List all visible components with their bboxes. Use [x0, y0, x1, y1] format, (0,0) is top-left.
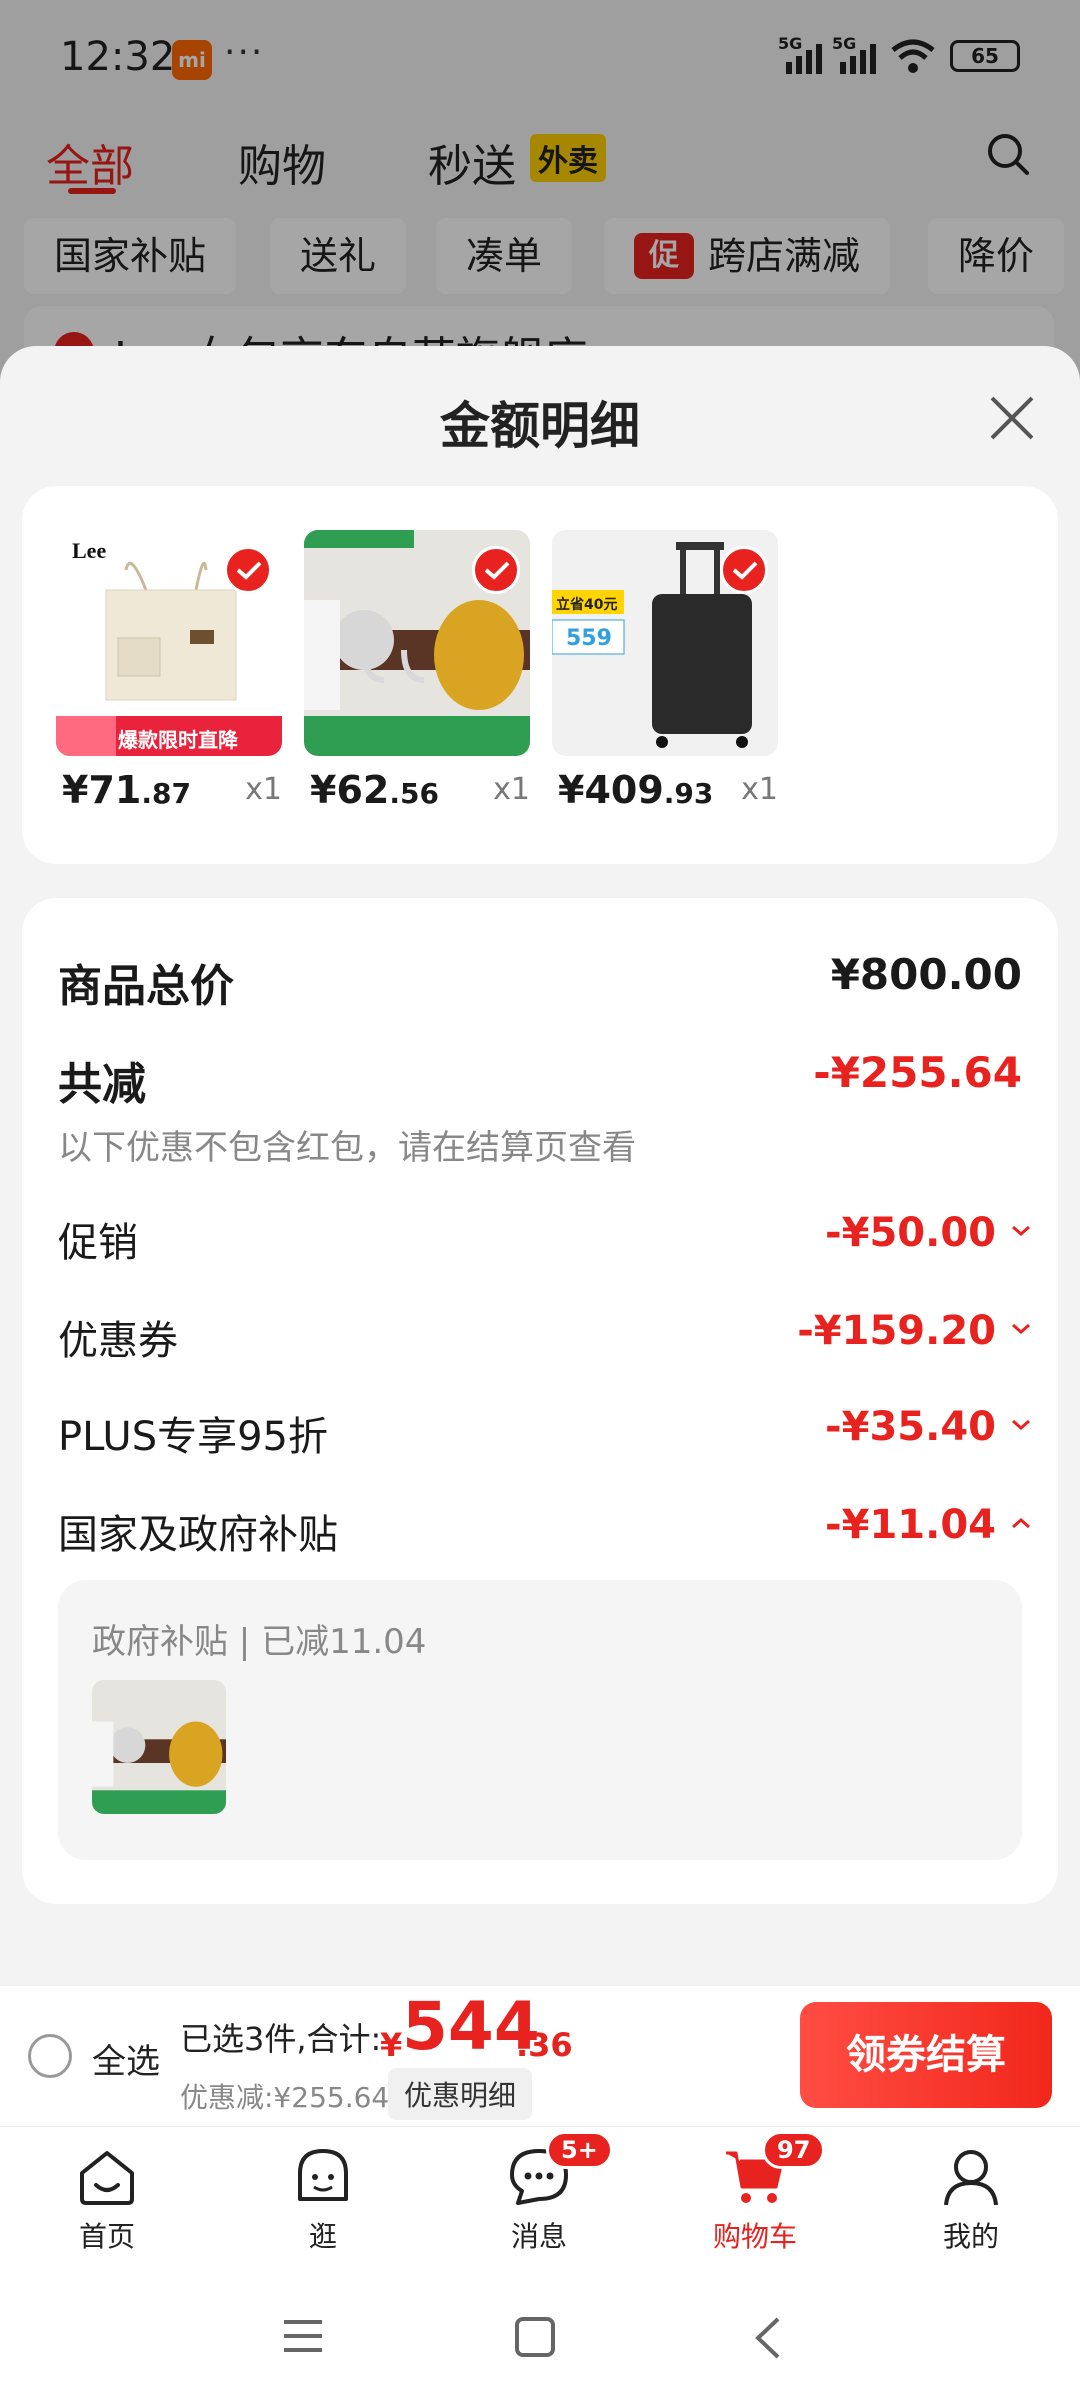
nav-cart-label: 购物车	[712, 2220, 797, 2253]
chevron-up-icon[interactable]	[1010, 1516, 1032, 1530]
checkout-bar: 全选 已选3件,合计: ¥ 544 .36 优惠减:¥255.64 优惠明细 领…	[0, 1986, 1080, 2126]
nav-browse[interactable]: 逛	[248, 2143, 398, 2255]
product-banner: 爆款限时直降	[118, 728, 238, 752]
total-reduction-value: -¥255.64	[813, 1048, 1022, 1097]
nav-profile[interactable]: 我的	[896, 2143, 1046, 2255]
bottom-nav: 首页 逛 5+ 消息 97 购物车 我的	[0, 2126, 1080, 2276]
checkout-button[interactable]: 领券结算	[800, 2002, 1052, 2108]
amount-detail-card: 商品总价 ¥800.00 共减 -¥255.64 以下优惠不包含红包，请在结算页…	[22, 898, 1058, 1904]
close-icon[interactable]	[984, 390, 1040, 446]
messages-badge: 5+	[546, 2131, 613, 2169]
promotion-row[interactable]: 促销 -¥50.00	[58, 1210, 1030, 1270]
total-price-row: 商品总价 ¥800.00	[58, 950, 1022, 1012]
subsidy-row[interactable]: 国家及政府补贴 -¥11.04	[58, 1502, 1030, 1562]
product-price: ¥409.93	[558, 768, 714, 812]
subsidy-label: 国家及政府补贴	[58, 1512, 338, 1558]
total-currency: ¥	[380, 2026, 403, 2064]
system-nav-bar	[0, 2276, 1080, 2400]
sheet-title: 金额明细	[440, 397, 640, 455]
discount-note: 以下优惠不包含红包，请在结算页查看	[58, 1128, 636, 1168]
back-icon[interactable]	[752, 2316, 782, 2360]
discount-detail-button[interactable]: 优惠明细	[388, 2068, 533, 2120]
coupon-value: -¥159.20	[797, 1308, 996, 1354]
promotion-value: -¥50.00	[825, 1210, 996, 1256]
background-page: 12:32 mi ··· 5G 5G 65 全部 购物 秒送 外卖 国家补贴 送…	[0, 0, 1080, 400]
nav-home[interactable]: 首页	[32, 2143, 182, 2255]
selected-check-icon[interactable]	[720, 546, 768, 594]
selected-check-icon[interactable]	[224, 546, 272, 594]
product-price: ¥62.56	[310, 768, 439, 812]
chevron-down-icon[interactable]	[1010, 1322, 1032, 1336]
plus-discount-value: -¥35.40	[825, 1404, 996, 1450]
product-image: 立省40元 559	[552, 530, 778, 756]
discount-amount: 优惠减:¥255.64	[180, 2081, 390, 2114]
cart-badge: 97	[762, 2131, 826, 2169]
subsidy-detail-title: 政府补贴 | 已减11.04	[92, 1622, 427, 1662]
home-square-icon[interactable]	[514, 2316, 556, 2358]
total-price-value: ¥800.00	[830, 950, 1022, 999]
promotion-label: 促销	[58, 1220, 138, 1266]
nav-cart[interactable]: 97 购物车	[680, 2131, 830, 2255]
nav-home-label: 首页	[78, 2220, 135, 2253]
home-icon	[80, 2151, 134, 2205]
total-reduction-label: 共减	[58, 1059, 146, 1110]
product-item[interactable]: 立省40元 559 ¥409.93 x1	[552, 530, 778, 824]
product-brand: Lee	[72, 538, 107, 563]
product-item[interactable]: Lee 爆款限时直降 ¥71.87 x1	[56, 530, 282, 824]
subsidy-product-image[interactable]	[92, 1680, 226, 1814]
select-all-label[interactable]: 全选	[92, 2034, 160, 2083]
selected-count: 已选3件,合计:	[180, 2020, 382, 2058]
menu-icon[interactable]	[282, 2316, 324, 2356]
total-price-label: 商品总价	[58, 961, 234, 1012]
product-badge: 立省40元	[556, 597, 618, 613]
product-quantity: x1	[493, 772, 530, 807]
browse-face-icon	[298, 2149, 348, 2201]
product-image	[304, 530, 530, 756]
coat-hook-thumb	[92, 1680, 226, 1814]
products-card: Lee 爆款限时直降 ¥71.87 x1 ¥62.56 x1 立省40元 559…	[22, 486, 1058, 864]
nav-browse-label: 逛	[308, 2220, 337, 2253]
subsidy-value: -¥11.04	[825, 1502, 996, 1548]
total-amount-decimal: .36	[516, 2026, 573, 2064]
overlay-dim[interactable]	[0, 0, 1080, 400]
total-reduction-row: 共减 -¥255.64	[58, 1048, 1022, 1110]
chevron-down-icon[interactable]	[1010, 1418, 1032, 1432]
product-price: ¥71.87	[62, 768, 191, 812]
nav-messages-label: 消息	[510, 2220, 567, 2253]
select-all-checkbox[interactable]	[28, 2034, 72, 2078]
coupon-row[interactable]: 优惠券 -¥159.20	[58, 1308, 1030, 1368]
plus-discount-label: PLUS专享95折	[58, 1414, 328, 1460]
coupon-label: 优惠券	[58, 1318, 178, 1364]
product-promo-price: 559	[566, 626, 612, 651]
profile-icon	[944, 2150, 998, 2206]
product-item[interactable]: ¥62.56 x1	[304, 530, 530, 824]
subsidy-detail-box: 政府补贴 | 已减11.04	[58, 1580, 1022, 1860]
chevron-down-icon[interactable]	[1010, 1224, 1032, 1238]
selected-check-icon[interactable]	[472, 546, 520, 594]
nav-messages[interactable]: 5+ 消息	[464, 2131, 614, 2255]
product-quantity: x1	[741, 772, 778, 807]
amount-detail-sheet: 金额明细 Lee 爆款限时直降 ¥71.87 x1 ¥62.56 x1 立省40…	[0, 346, 1080, 1986]
product-quantity: x1	[245, 772, 282, 807]
product-image: Lee 爆款限时直降	[56, 530, 282, 756]
nav-profile-label: 我的	[942, 2220, 999, 2253]
plus-discount-row[interactable]: PLUS专享95折 -¥35.40	[58, 1404, 1030, 1464]
